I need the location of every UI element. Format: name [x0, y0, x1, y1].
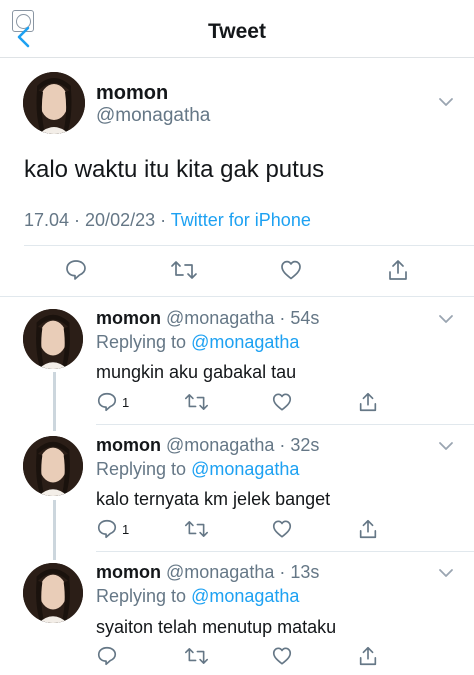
share-button[interactable]	[357, 518, 379, 540]
avatar[interactable]	[23, 72, 85, 134]
avatar[interactable]	[23, 563, 83, 623]
reply-header: momon @monagatha · 13s	[96, 562, 319, 583]
mention-link[interactable]: @monagatha	[191, 459, 299, 479]
reply-text: syaiton telah menutup mataku	[96, 617, 337, 637]
replying-label: Replying to	[96, 332, 192, 352]
share-icon	[359, 392, 377, 412]
chevron-down-icon[interactable]	[438, 314, 454, 324]
avatar[interactable]	[23, 436, 83, 496]
thread-line	[53, 500, 56, 560]
chevron-down-icon[interactable]	[438, 568, 454, 578]
share-icon	[389, 260, 407, 280]
display-name[interactable]: momon	[96, 562, 161, 582]
reply-button[interactable]	[64, 258, 88, 282]
retweet-icon	[184, 394, 209, 410]
divider	[96, 551, 474, 552]
like-button[interactable]	[271, 391, 293, 413]
reply-handle-time: @monagatha · 32s	[161, 435, 320, 455]
retweet-button[interactable]	[184, 391, 209, 413]
share-icon	[359, 519, 377, 539]
tweet-source-link[interactable]: Twitter for iPhone	[171, 210, 311, 230]
replying-label: Replying to	[96, 586, 192, 606]
like-button[interactable]	[271, 645, 293, 667]
like-icon	[272, 520, 292, 538]
mention-link[interactable]: @monagatha	[191, 586, 299, 606]
like-icon	[272, 647, 292, 665]
tweet-meta: 17.04 · 20/02/23 · Twitter for iPhone	[24, 210, 311, 231]
like-button[interactable]	[279, 258, 303, 282]
share-icon	[359, 646, 377, 666]
replying-to: Replying to @monagatha	[96, 332, 299, 353]
chevron-down-icon[interactable]	[438, 441, 454, 451]
user-handle[interactable]: @monagatha	[96, 105, 210, 127]
reply-handle-time: @monagatha · 54s	[161, 308, 320, 328]
reply-text: kalo ternyata km jelek banget	[96, 489, 331, 509]
reply-button[interactable]: 1	[96, 391, 129, 413]
replying-label: Replying to	[96, 459, 192, 479]
retweet-button[interactable]	[170, 258, 198, 282]
reply-icon	[97, 519, 117, 539]
like-icon	[281, 260, 301, 280]
reply-handle-time: @monagatha · 13s	[161, 562, 320, 582]
retweet-icon	[184, 648, 209, 664]
tweet-timestamp: 17.04 · 20/02/23 ·	[24, 210, 171, 230]
retweet-button[interactable]	[184, 645, 209, 667]
display-name[interactable]: momon	[96, 435, 161, 455]
retweet-button[interactable]	[184, 518, 209, 540]
page-title: Tweet	[208, 20, 266, 43]
like-button[interactable]	[271, 518, 293, 540]
reply-header: momon @monagatha · 54s	[96, 308, 319, 329]
divider	[0, 296, 474, 297]
reply-count: 1	[122, 521, 130, 537]
reply-icon	[66, 260, 86, 280]
thread-line	[53, 372, 56, 431]
reply-button[interactable]	[96, 645, 122, 667]
divider	[24, 245, 474, 246]
tweet-text: kalo waktu itu kita gak putus	[24, 156, 325, 183]
retweet-icon	[184, 521, 209, 537]
replying-to: Replying to @monagatha	[96, 586, 299, 607]
reply-icon	[97, 392, 117, 412]
reply-text: mungkin aku gabakal tau	[96, 362, 297, 382]
share-button[interactable]	[357, 391, 379, 413]
retweet-icon	[171, 261, 197, 279]
avatar[interactable]	[23, 309, 83, 369]
like-icon	[272, 393, 292, 411]
mention-link[interactable]: @monagatha	[191, 332, 299, 352]
display-name[interactable]: momon	[96, 82, 168, 105]
replying-to: Replying to @monagatha	[96, 459, 299, 480]
display-name[interactable]: momon	[96, 308, 161, 328]
share-button[interactable]	[357, 645, 379, 667]
reply-header: momon @monagatha · 32s	[96, 435, 319, 456]
reply-count: 1	[122, 394, 130, 410]
share-button[interactable]	[386, 258, 410, 282]
reply-button[interactable]: 1	[96, 518, 129, 540]
divider	[96, 424, 474, 425]
nav-bar: Tweet	[0, 0, 474, 58]
chevron-down-icon[interactable]	[438, 97, 454, 107]
reply-icon	[97, 646, 117, 666]
